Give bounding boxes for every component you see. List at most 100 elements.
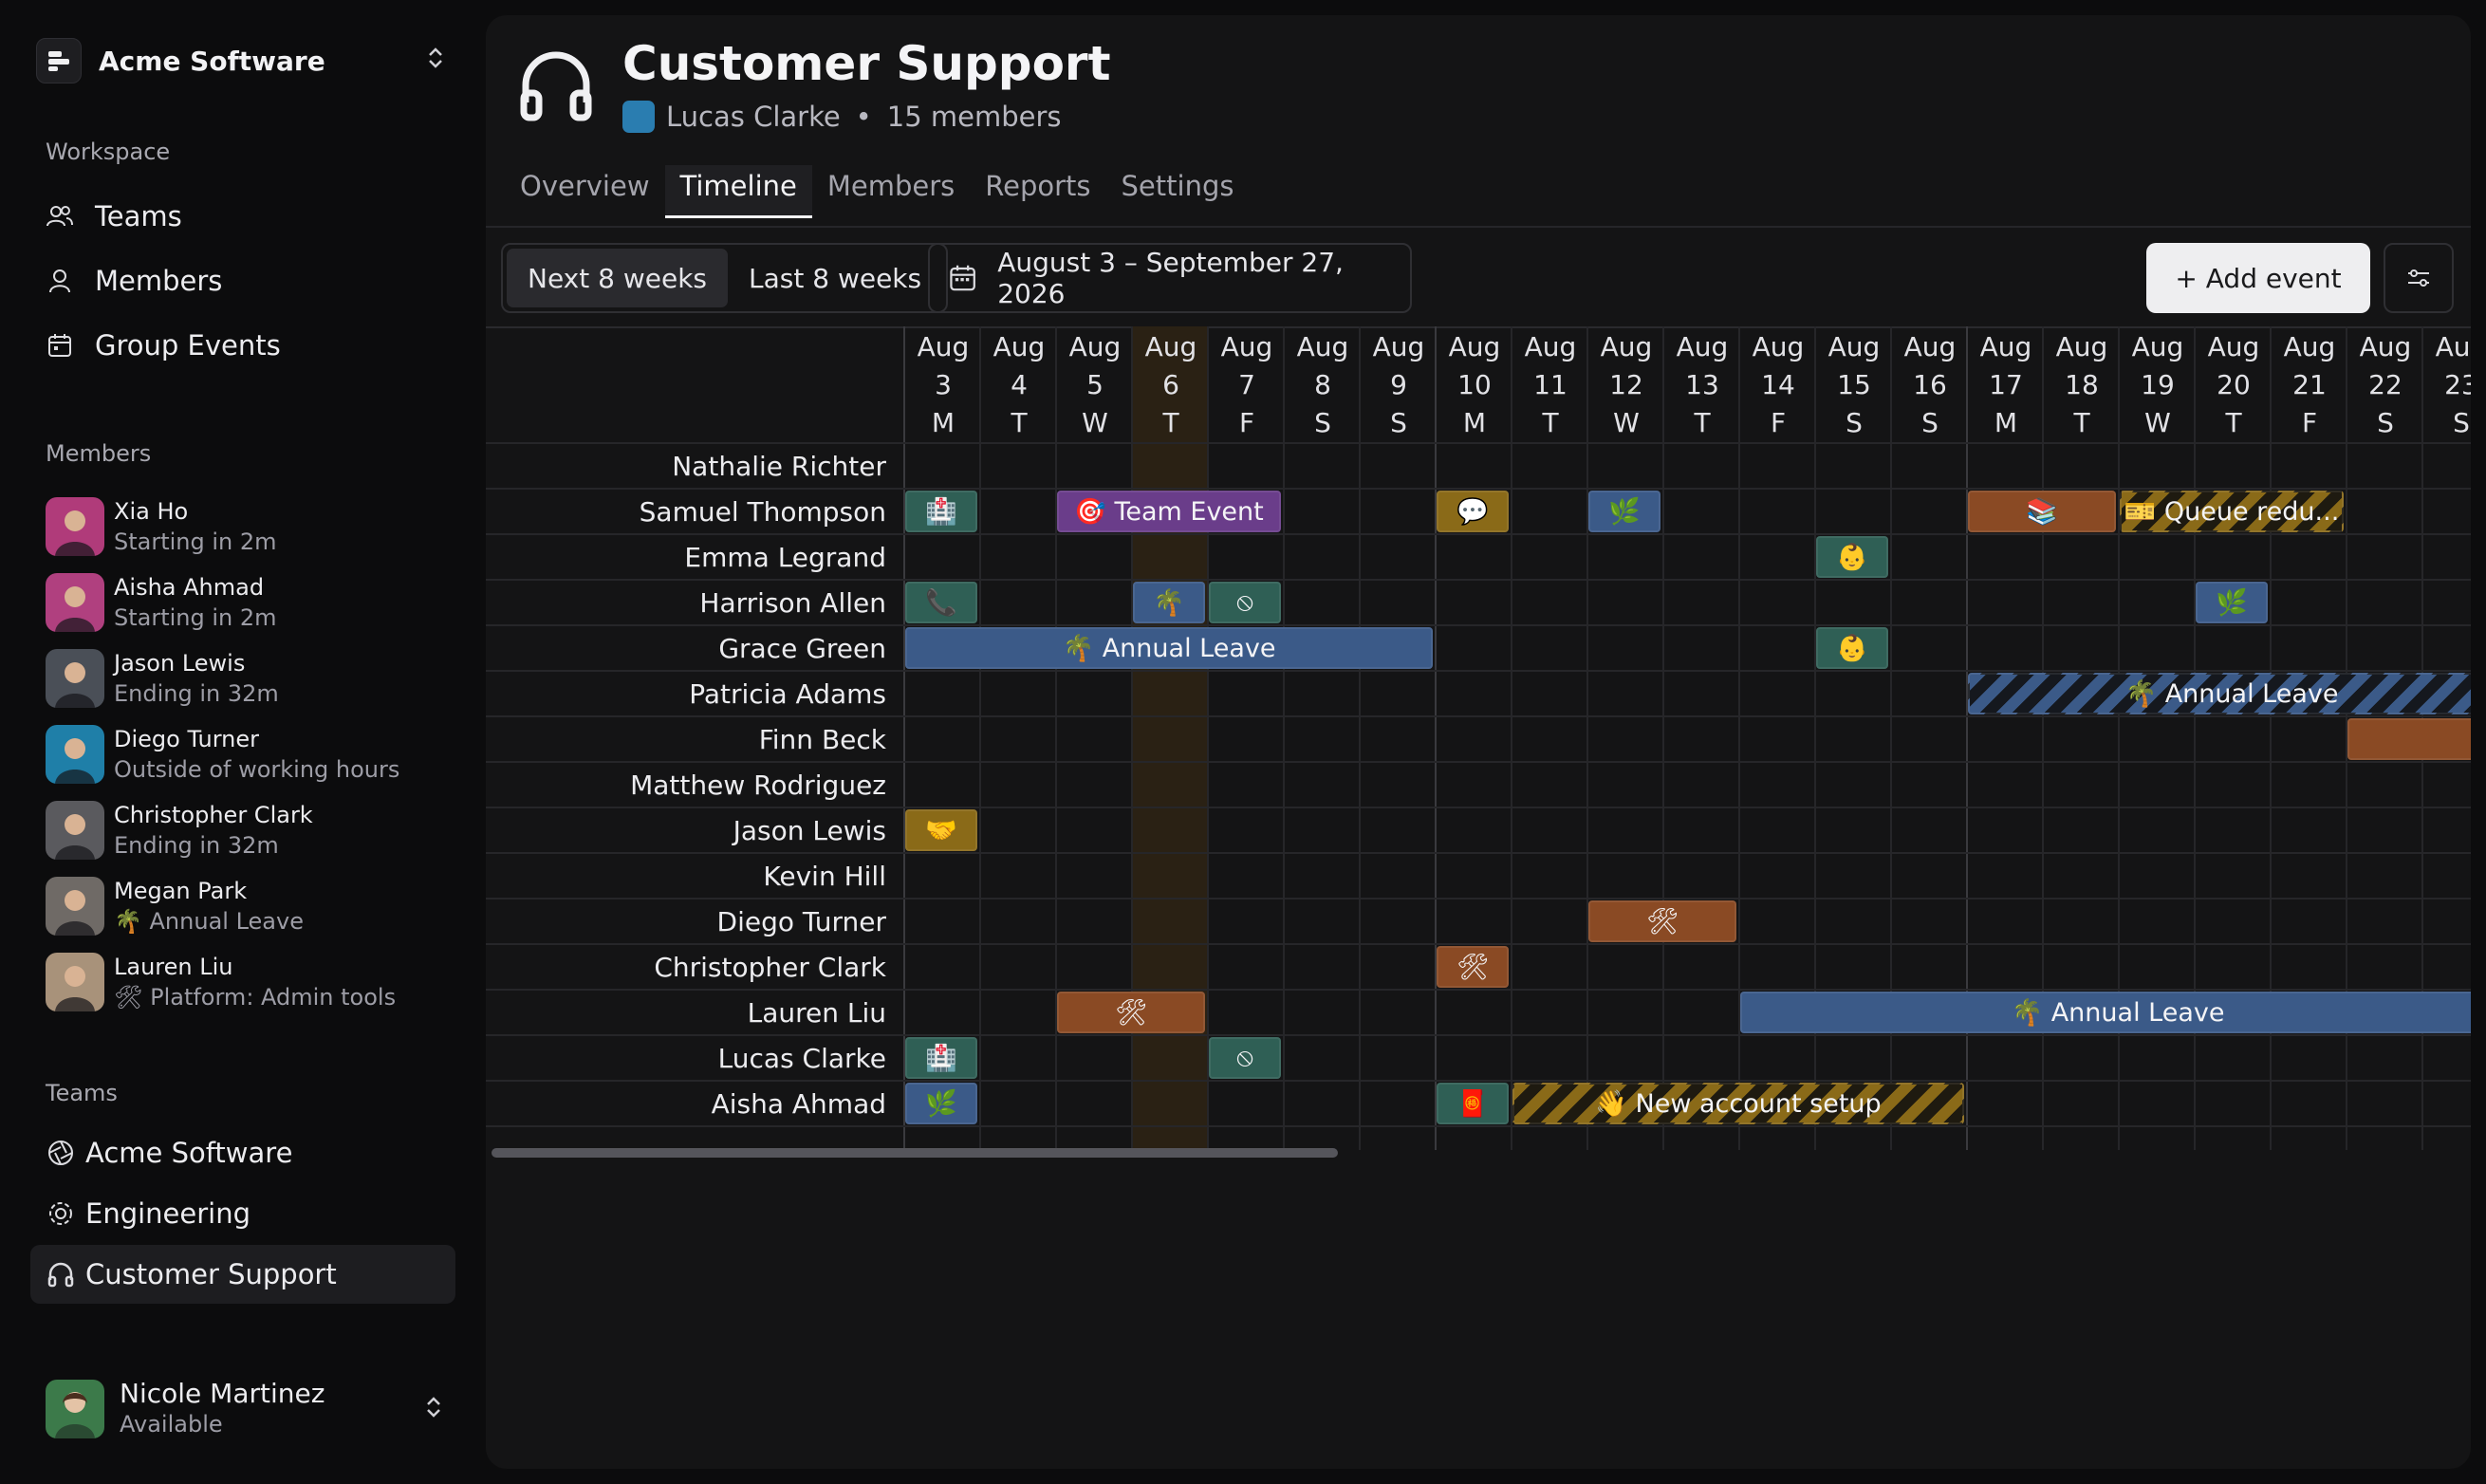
day-header-weekday: S bbox=[1846, 407, 1863, 438]
add-event-button[interactable]: + Add event bbox=[2146, 243, 2370, 313]
owner-name[interactable]: Lucas Clarke bbox=[666, 101, 841, 133]
day-column: Aug 9 S bbox=[1359, 326, 1435, 1150]
timeline-event[interactable]: 🤝 bbox=[905, 809, 977, 851]
next-8-weeks-button[interactable]: Next 8 weeks bbox=[507, 249, 728, 307]
member-list-item[interactable]: Lauren Liu 🛠 Platform: Admin tools bbox=[46, 949, 454, 1015]
tab-settings[interactable]: Settings bbox=[1106, 165, 1250, 218]
day-header-month: Aug bbox=[1752, 331, 1805, 362]
timeline-event[interactable]: 🎯 Team Event bbox=[1057, 491, 1281, 532]
day-header-weekday: F bbox=[1770, 407, 1787, 438]
timeline-event[interactable]: 🛠 bbox=[1588, 900, 1736, 942]
timeline-row-name[interactable]: Lauren Liu bbox=[486, 991, 886, 1036]
nav-teams[interactable]: Teams bbox=[46, 194, 182, 239]
timeline-event[interactable]: 🛠 bbox=[1437, 946, 1509, 988]
timeline-event[interactable]: 🏥 bbox=[905, 1037, 977, 1079]
team-item-customer-support[interactable]: Customer Support bbox=[30, 1245, 455, 1304]
day-header-month: Aug bbox=[1979, 331, 2032, 362]
timeline-row-name[interactable]: Lucas Clarke bbox=[486, 1036, 886, 1082]
day-header: Aug 5 W bbox=[1057, 326, 1133, 442]
day-header-date: 22 bbox=[2368, 369, 2403, 400]
timeline-event[interactable]: 💬 bbox=[1437, 491, 1509, 532]
timeline-event[interactable]: 👶 bbox=[1816, 536, 1888, 578]
member-list-item[interactable]: Aisha Ahmad Starting in 2m bbox=[46, 569, 454, 636]
member-list-item[interactable]: Xia Ho Starting in 2m bbox=[46, 493, 454, 560]
tab-reports[interactable]: Reports bbox=[970, 165, 1105, 218]
horizontal-scrollbar[interactable] bbox=[492, 1148, 1338, 1158]
member-list-item[interactable]: Diego Turner Outside of working hours bbox=[46, 721, 454, 788]
day-header: Aug 20 T bbox=[2196, 326, 2272, 442]
timeline-row-name[interactable]: Aisha Ahmad bbox=[486, 1082, 886, 1127]
nav-members[interactable]: Members bbox=[46, 258, 222, 304]
timeline-event[interactable]: 🛠 bbox=[1057, 992, 1205, 1033]
timeline-event[interactable]: 🏥 bbox=[905, 491, 977, 532]
timeline-event[interactable]: 🌴 Annual Leave bbox=[905, 627, 1433, 669]
timeline-row-name[interactable]: Matthew Rodriguez bbox=[486, 763, 886, 808]
timeline-event[interactable]: 🌿 bbox=[905, 1083, 977, 1124]
day-header-date: 19 bbox=[2141, 369, 2175, 400]
timeline-row-name[interactable]: Finn Beck bbox=[486, 717, 886, 763]
tab-overview[interactable]: Overview bbox=[505, 165, 665, 218]
day-header-weekday: S bbox=[1314, 407, 1331, 438]
users-icon bbox=[46, 206, 73, 227]
day-header: Aug 13 T bbox=[1664, 326, 1740, 442]
range-toggle: Next 8 weeks Last 8 weeks bbox=[501, 243, 949, 313]
day-header-weekday: T bbox=[1542, 407, 1559, 438]
timeline-event[interactable] bbox=[2347, 718, 2471, 760]
tab-bar: Overview Timeline Members Reports Settin… bbox=[505, 165, 1249, 218]
day-header-weekday: M bbox=[1994, 407, 2018, 438]
day-header-date: 17 bbox=[1989, 369, 2023, 400]
chevron-up-down-icon bbox=[425, 45, 446, 78]
member-status: 🛠 Platform: Admin tools bbox=[114, 984, 397, 1011]
timeline-event[interactable]: 🎫 Queue redu... bbox=[2120, 491, 2344, 532]
timeline-event[interactable]: 👋 New account setup bbox=[1512, 1083, 1964, 1124]
day-header-weekday: W bbox=[1082, 407, 1108, 438]
user-switcher[interactable]: Nicole Martinez Available bbox=[46, 1376, 444, 1442]
timeline-event[interactable]: 👶 bbox=[1816, 627, 1888, 669]
org-switcher[interactable]: Acme Software bbox=[36, 38, 446, 83]
user-name: Nicole Martinez bbox=[120, 1378, 325, 1409]
member-name: Aisha Ahmad bbox=[114, 574, 265, 601]
day-header: Aug 15 S bbox=[1816, 326, 1892, 442]
timeline-event[interactable]: 🌿 bbox=[2196, 582, 2268, 623]
timeline-row-name[interactable]: Grace Green bbox=[486, 626, 886, 672]
timeline-event[interactable]: 🌴 Annual Leave bbox=[1968, 673, 2471, 714]
timeline-row-name[interactable]: Diego Turner bbox=[486, 900, 886, 945]
date-range-picker[interactable]: August 3 – September 27, 2026 bbox=[928, 243, 1412, 313]
timeline-row-name[interactable]: Jason Lewis bbox=[486, 808, 886, 854]
day-header: Aug 4 T bbox=[981, 326, 1057, 442]
member-list-item[interactable]: Megan Park 🌴 Annual Leave bbox=[46, 873, 454, 939]
day-header-month: Aug bbox=[1296, 331, 1349, 362]
avatar bbox=[46, 801, 104, 860]
timeline-row-name[interactable]: Emma Legrand bbox=[486, 535, 886, 581]
member-list-item[interactable]: Jason Lewis Ending in 32m bbox=[46, 645, 454, 712]
day-header-month: Aug bbox=[1448, 331, 1501, 362]
team-item-engineering[interactable]: Engineering bbox=[30, 1184, 455, 1243]
timeline-event[interactable]: 🌴 bbox=[1133, 582, 1205, 623]
tab-timeline[interactable]: Timeline bbox=[664, 165, 812, 218]
timeline-event[interactable]: ⦸ bbox=[1209, 582, 1281, 623]
timeline-row-name[interactable]: Kevin Hill bbox=[486, 854, 886, 900]
day-header: Aug 22 S bbox=[2347, 326, 2423, 442]
timeline-event[interactable]: 🌿 bbox=[1588, 491, 1660, 532]
calendar-icon bbox=[950, 265, 975, 291]
timeline-event[interactable]: ⦸ bbox=[1209, 1037, 1281, 1079]
timeline-row-name[interactable]: Patricia Adams bbox=[486, 672, 886, 717]
timeline-row-name[interactable]: Nathalie Richter bbox=[486, 444, 886, 490]
timeline-event[interactable]: 📚 bbox=[1968, 491, 2116, 532]
tab-members[interactable]: Members bbox=[812, 165, 970, 218]
nav-group-events[interactable]: Group Events bbox=[46, 323, 281, 368]
timeline-row-name[interactable]: Christopher Clark bbox=[486, 945, 886, 991]
timeline-event[interactable]: 📞 bbox=[905, 582, 977, 623]
team-item-label: Engineering bbox=[85, 1197, 250, 1230]
member-list-item[interactable]: Christopher Clark Ending in 32m bbox=[46, 797, 454, 863]
timeline-event[interactable]: 🌴 Annual Leave bbox=[1740, 992, 2471, 1033]
day-header-month: Aug bbox=[1827, 331, 1881, 362]
day-header: Aug 10 M bbox=[1437, 326, 1512, 442]
filter-button[interactable] bbox=[2384, 243, 2454, 313]
team-item-acme-software[interactable]: Acme Software bbox=[30, 1123, 455, 1182]
timeline-event[interactable]: 🧧 bbox=[1437, 1083, 1509, 1124]
timeline-row-name[interactable]: Samuel Thompson bbox=[486, 490, 886, 535]
date-range-label: August 3 – September 27, 2026 bbox=[997, 247, 1344, 309]
last-8-weeks-button[interactable]: Last 8 weeks bbox=[728, 249, 942, 307]
timeline-row-name[interactable]: Harrison Allen bbox=[486, 581, 886, 626]
